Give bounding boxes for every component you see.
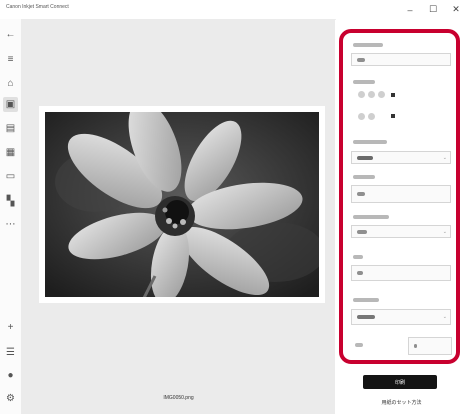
photo-preview[interactable] (45, 112, 319, 297)
setting-field[interactable] (351, 265, 451, 281)
setting-field[interactable] (351, 185, 451, 203)
option-dot[interactable] (368, 113, 375, 120)
paper-setup-link[interactable]: 用紙のセット方法 (336, 399, 467, 406)
chevron-down-icon: ⌄ (442, 229, 447, 235)
add-icon[interactable]: + (3, 320, 18, 335)
option-dot[interactable] (368, 91, 375, 98)
setting-dropdown[interactable]: ⌄ (351, 225, 451, 238)
setting-field[interactable] (351, 53, 451, 66)
option-dot[interactable] (358, 91, 365, 98)
grid-icon[interactable]: ▚ (3, 194, 18, 209)
app-title: Canon Inkjet Smart Connect (6, 4, 69, 10)
flower-image (45, 112, 319, 297)
print-button[interactable]: 印刷 (363, 375, 437, 389)
chevron-down-icon: ⌄ (442, 314, 447, 320)
menu-icon[interactable]: ≡ (3, 52, 18, 67)
chevron-down-icon: ⌄ (442, 155, 447, 161)
setting-label (353, 175, 375, 179)
back-arrow-icon[interactable]: ← (3, 27, 18, 42)
preview-area: IMG0050.png (22, 19, 335, 414)
setting-label (353, 43, 383, 47)
settings-icon[interactable]: ⚙ (3, 391, 18, 406)
more-icon[interactable]: ⋯ (3, 217, 18, 232)
photo-frame (39, 106, 325, 303)
option-dot[interactable] (378, 91, 385, 98)
option-swatch (391, 114, 395, 118)
setting-label (353, 215, 389, 219)
copies-stepper[interactable] (408, 337, 452, 355)
scan-icon[interactable]: ▦ (3, 145, 18, 160)
document-icon[interactable]: ▤ (3, 121, 18, 136)
photo-print-icon[interactable]: ▣ (3, 97, 18, 112)
user-icon[interactable]: ● (3, 368, 18, 383)
sidebar: ← ≡ ⌂ ▣ ▤ ▦ ▭ ▚ ⋯ + ☰ ● ⚙ (0, 19, 22, 414)
settings-panel: ⌄ ⌄ ⌄ 印刷 用紙のセット方法 (336, 19, 467, 414)
title-bar: Canon Inkjet Smart Connect – ☐ ✕ (0, 0, 467, 20)
setting-label (353, 298, 379, 302)
option-swatch (391, 93, 395, 97)
close-button[interactable]: ✕ (446, 0, 466, 19)
setting-dropdown[interactable]: ⌄ (351, 151, 451, 164)
setting-label (355, 343, 363, 347)
maximize-button[interactable]: ☐ (423, 0, 443, 19)
home-icon[interactable]: ⌂ (3, 76, 18, 91)
setting-label (353, 140, 387, 144)
setting-label (353, 255, 363, 259)
option-dot[interactable] (358, 113, 365, 120)
printer-icon[interactable]: ▭ (3, 169, 18, 184)
minimize-button[interactable]: – (400, 0, 420, 19)
settings-highlight: ⌄ ⌄ ⌄ (339, 29, 460, 364)
list-icon[interactable]: ☰ (3, 345, 18, 360)
setting-label (353, 80, 375, 84)
image-filename: IMG0050.png (163, 395, 194, 401)
setting-dropdown[interactable]: ⌄ (351, 309, 451, 325)
